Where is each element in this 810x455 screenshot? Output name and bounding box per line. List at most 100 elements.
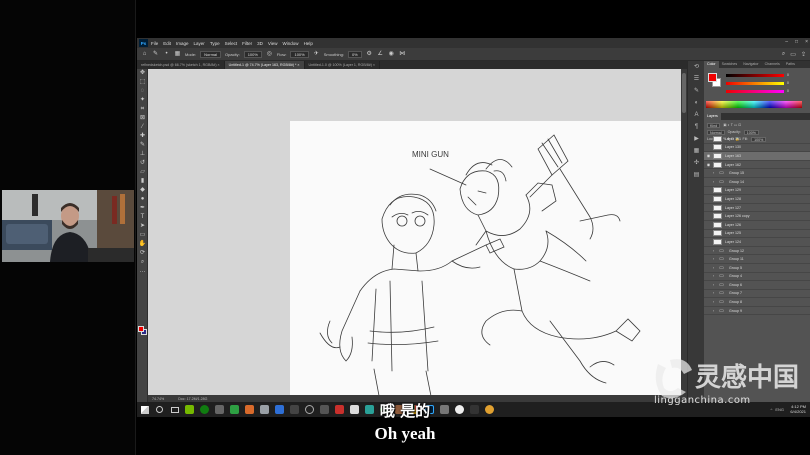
layer-row[interactable]: Layer 128 bbox=[704, 195, 810, 204]
quick-select-tool-icon[interactable]: ✦ bbox=[137, 96, 148, 105]
healing-brush-tool-icon[interactable]: ✚ bbox=[137, 132, 148, 141]
blue-slider[interactable] bbox=[726, 90, 784, 93]
airbrush-icon[interactable]: ✈ bbox=[313, 51, 320, 58]
tab-untitled-1-0[interactable]: Untitled-1.0 @ 100% (Layer 1, RGB/8#) × bbox=[305, 61, 381, 69]
mode-select[interactable]: Normal bbox=[200, 50, 222, 58]
swatches-icon[interactable]: ▦ bbox=[688, 145, 705, 157]
red-value[interactable]: 0 bbox=[787, 73, 789, 77]
layer-group-row[interactable]: › ▭ Group 14 bbox=[704, 178, 810, 187]
kind-filter[interactable]: Kind bbox=[707, 122, 721, 128]
canvas-area[interactable]: MINI GUN bbox=[148, 69, 687, 395]
pen-tool-icon[interactable]: ✒ bbox=[137, 204, 148, 213]
layer-row[interactable]: Layer 124 bbox=[704, 238, 810, 247]
blur-tool-icon[interactable]: ◆ bbox=[137, 186, 148, 195]
tab-swatches[interactable]: Swatches bbox=[719, 61, 741, 68]
foreground-color-chip[interactable] bbox=[708, 73, 717, 82]
layer-row[interactable]: Layer 126 copy bbox=[704, 212, 810, 221]
menu-file[interactable]: File bbox=[151, 41, 158, 46]
crop-tool-icon[interactable]: ⌗ bbox=[137, 105, 148, 114]
eye-icon[interactable]: ◉ bbox=[704, 162, 713, 167]
menu-window[interactable]: Window bbox=[283, 41, 299, 46]
layer-row[interactable]: Layer 127 bbox=[704, 204, 810, 213]
zoom-tool-icon[interactable]: ⌕ bbox=[137, 258, 148, 267]
adjustments-icon[interactable]: ◐ bbox=[688, 97, 705, 109]
close-icon[interactable]: × bbox=[805, 39, 808, 45]
properties-icon[interactable]: ☰ bbox=[688, 73, 705, 85]
libraries-icon[interactable]: ▤ bbox=[688, 169, 705, 181]
blend-mode-select[interactable]: Normal bbox=[707, 129, 725, 135]
layer-group-row[interactable]: › ▭ Group 15 bbox=[704, 169, 810, 178]
menu-select[interactable]: Select bbox=[225, 41, 238, 46]
eye-icon[interactable]: ◉ bbox=[704, 153, 713, 158]
layer-group-row[interactable]: › ▭ Group 11 bbox=[704, 255, 810, 264]
layer-row[interactable]: Layer 126 bbox=[704, 221, 810, 230]
character-icon[interactable]: A bbox=[688, 109, 705, 121]
layer-row[interactable]: Layer 129 bbox=[704, 187, 810, 196]
layer-group-row[interactable]: › ▭ Group 4 bbox=[704, 273, 810, 282]
menu-filter[interactable]: Filter bbox=[242, 41, 252, 46]
flow-field[interactable]: 100% bbox=[290, 50, 309, 58]
menu-edit[interactable]: Edit bbox=[163, 41, 171, 46]
rotate-view-tool-icon[interactable]: ⟳ bbox=[137, 249, 148, 258]
layer-group-row[interactable]: › ▭ Group 7 bbox=[704, 290, 810, 299]
type-tool-icon[interactable]: T bbox=[137, 213, 148, 222]
layer-group-row[interactable]: › ▭ Group 6 bbox=[704, 281, 810, 290]
stamp-tool-icon[interactable]: ⊥ bbox=[137, 150, 148, 159]
frame-tool-icon[interactable]: ⊠ bbox=[137, 114, 148, 123]
layer-row[interactable]: Layer 130 bbox=[704, 144, 810, 153]
tab-untitled-1[interactable]: Untitled-1 @ 74.7% (Layer 163, RGB/8#) *… bbox=[224, 61, 305, 69]
brush-tool-icon[interactable]: ✎ bbox=[152, 51, 159, 58]
gear-icon[interactable]: ⚙ bbox=[366, 51, 373, 58]
hand-tool-icon[interactable]: ✋ bbox=[137, 240, 148, 249]
foreground-color-swatch[interactable] bbox=[138, 326, 144, 332]
search-icon[interactable]: ⌕ bbox=[782, 51, 785, 58]
tool-presets-icon[interactable]: ✣ bbox=[688, 157, 705, 169]
layer-row[interactable]: ◉ Layer 163 bbox=[704, 152, 810, 161]
tab-refinedsketch[interactable]: refinedsketch.psd @ 66.7% (sketch 1, RGB… bbox=[137, 61, 225, 69]
menu-type[interactable]: Type bbox=[210, 41, 220, 46]
lasso-tool-icon[interactable]: ◌ bbox=[137, 87, 148, 96]
menu-3d[interactable]: 3D bbox=[257, 41, 263, 46]
menu-view[interactable]: View bbox=[268, 41, 278, 46]
layer-group-row[interactable]: › ▭ Group 12 bbox=[704, 247, 810, 256]
history-icon[interactable]: ⟲ bbox=[688, 61, 705, 73]
layer-opacity-field[interactable]: 100% bbox=[743, 129, 759, 135]
workspace-icon[interactable]: ▭ bbox=[790, 51, 796, 58]
tab-color[interactable]: Color bbox=[704, 61, 719, 68]
layer-group-row[interactable]: › ▭ Group 5 bbox=[704, 264, 810, 273]
red-slider[interactable] bbox=[726, 74, 784, 77]
smoothing-field[interactable]: 0% bbox=[347, 50, 362, 58]
path-select-tool-icon[interactable]: ➤ bbox=[137, 222, 148, 231]
symmetry-icon[interactable]: ⋈ bbox=[399, 51, 406, 58]
layer-row[interactable]: ◉ Layer 162 bbox=[704, 161, 810, 170]
eraser-tool-icon[interactable]: ▱ bbox=[137, 168, 148, 177]
tab-channels[interactable]: Channels bbox=[762, 61, 783, 68]
brush-settings-icon[interactable]: ▦ bbox=[174, 51, 181, 58]
maximize-icon[interactable]: □ bbox=[795, 39, 798, 45]
document-canvas[interactable]: MINI GUN bbox=[290, 121, 687, 395]
shape-tool-icon[interactable]: ▭ bbox=[137, 231, 148, 240]
dodge-tool-icon[interactable]: ● bbox=[137, 195, 148, 204]
pressure-size-icon[interactable]: ◉ bbox=[388, 51, 395, 58]
tab-layers[interactable]: Layers bbox=[704, 113, 721, 120]
color-spectrum[interactable] bbox=[706, 101, 802, 108]
opacity-field[interactable]: 100% bbox=[243, 50, 262, 58]
filter-icons[interactable]: ▣ ◐ T ▭ ⊡ bbox=[723, 123, 741, 127]
layer-group-row[interactable]: › ▭ Group 9 bbox=[704, 307, 810, 316]
layer-group-row[interactable]: › ▭ Group 8 bbox=[704, 298, 810, 307]
scrollbar-thumb[interactable] bbox=[682, 73, 686, 113]
brush-preset-icon[interactable]: • bbox=[163, 51, 170, 58]
menu-image[interactable]: Image bbox=[176, 41, 189, 46]
gradient-tool-icon[interactable]: ▮ bbox=[137, 177, 148, 186]
actions-icon[interactable]: ▶ bbox=[688, 133, 705, 145]
paragraph-icon[interactable]: ¶ bbox=[688, 121, 705, 133]
brush-tool-icon[interactable]: ✎ bbox=[137, 141, 148, 150]
layer-row[interactable]: Layer 161 bbox=[704, 135, 810, 144]
menu-layer[interactable]: Layer bbox=[194, 41, 205, 46]
green-value[interactable]: 0 bbox=[787, 81, 789, 85]
brushes-icon[interactable]: ✎ bbox=[688, 85, 705, 97]
tab-paths[interactable]: Paths bbox=[783, 61, 798, 68]
layer-row[interactable]: Layer 125 bbox=[704, 230, 810, 239]
pressure-opacity-icon[interactable]: ◎ bbox=[266, 51, 273, 58]
more-tools-icon[interactable]: … bbox=[137, 267, 148, 276]
